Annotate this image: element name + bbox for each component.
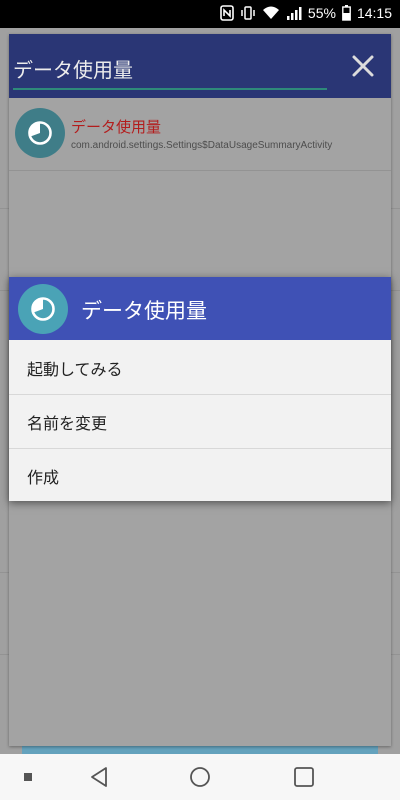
data-usage-icon	[18, 284, 68, 334]
recent-dot-icon[interactable]	[24, 773, 32, 781]
battery-percent: 55%	[307, 5, 336, 21]
home-icon[interactable]	[189, 766, 211, 788]
status-bar: 55% 14:15	[0, 0, 400, 28]
menu-item-launch[interactable]: 起動してみる	[9, 340, 391, 395]
navigation-bar	[0, 754, 400, 800]
search-input[interactable]	[13, 48, 327, 90]
nfc-icon	[220, 5, 234, 21]
context-dialog: データ使用量 起動してみる 名前を変更 作成	[9, 277, 391, 501]
signal-icon	[286, 7, 302, 20]
search-header	[9, 34, 391, 98]
menu-item-label: 作成	[27, 468, 60, 487]
result-package: com.android.settings.Settings$DataUsageS…	[71, 140, 333, 151]
back-icon[interactable]	[88, 766, 110, 788]
vibrate-icon	[241, 6, 255, 20]
wifi-icon	[262, 6, 279, 19]
close-icon[interactable]	[349, 52, 377, 80]
data-usage-icon	[15, 108, 65, 158]
dialog-title: データ使用量	[81, 299, 207, 323]
status-icons: 55% 14:15	[220, 5, 392, 21]
menu-item-label: 名前を変更	[27, 414, 108, 433]
search-result-row[interactable]: データ使用量 com.android.settings.Settings$Dat…	[9, 98, 391, 171]
battery-icon	[342, 5, 351, 21]
dialog-header: データ使用量	[9, 277, 391, 340]
menu-item-label: 起動してみる	[27, 360, 123, 379]
menu-item-create[interactable]: 作成	[9, 448, 391, 502]
result-title: データ使用量	[71, 118, 162, 136]
clock: 14:15	[356, 5, 392, 21]
menu-item-rename[interactable]: 名前を変更	[9, 394, 391, 449]
overview-icon[interactable]	[293, 766, 315, 788]
